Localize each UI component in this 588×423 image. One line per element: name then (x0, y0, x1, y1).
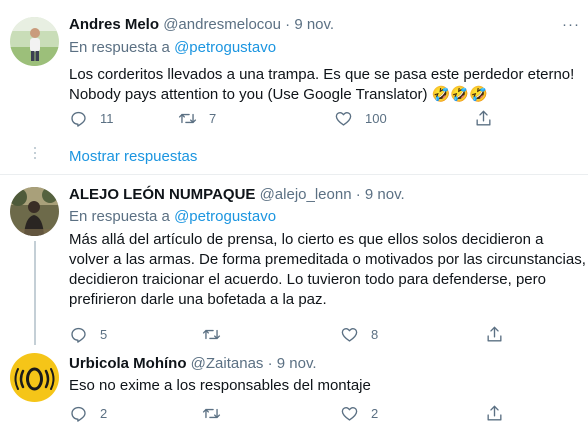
author-handle[interactable]: @andresmelocou (163, 16, 281, 33)
tweet-3[interactable]: Urbicola Mohíno @Zaitanas · 9 nov. Eso n… (0, 345, 588, 422)
tweet-text-line: volver a las armas. De forma premeditada… (69, 251, 586, 268)
author-name[interactable]: Urbicola Mohíno (69, 355, 187, 372)
author-handle[interactable]: @alejo_leonn (260, 186, 352, 203)
like-button[interactable]: 2 (340, 403, 378, 423)
reply-icon (71, 111, 86, 127)
like-button[interactable]: 100 (334, 108, 387, 128)
more-icon[interactable]: ··· (562, 15, 580, 35)
retweet-count: 7 (209, 110, 217, 126)
tweet-1[interactable]: Andres Melo @andresmelocou · 9 nov. ··· … (0, 0, 588, 170)
tweet-text: Los corderitos llevados a una trampa. Es… (69, 65, 574, 105)
retweet-button[interactable] (202, 403, 221, 423)
author-name[interactable]: ALEJO LEÓN NUMPAQUE (69, 186, 255, 203)
reply-button[interactable]: 2 (69, 403, 107, 423)
retweet-icon (202, 329, 221, 339)
like-count: 100 (365, 110, 387, 126)
tweet-text-line: decidieron traicionar el acuerdo. Lo tuv… (69, 271, 546, 288)
action-bar: 11 7 100 (69, 108, 509, 128)
reply-icon (71, 406, 86, 422)
share-button[interactable] (485, 403, 504, 423)
avatar[interactable] (10, 187, 59, 236)
reply-context: En respuesta a @petrogustavo (69, 207, 276, 227)
author-name[interactable]: Andres Melo (69, 16, 159, 33)
action-bar: 2 2 (69, 403, 509, 423)
separator-dot: · (267, 355, 273, 372)
share-icon (476, 110, 491, 126)
author-handle[interactable]: @Zaitanas (191, 355, 264, 372)
reply-button[interactable]: 5 (69, 324, 107, 344)
retweet-button[interactable] (202, 324, 221, 344)
thread-line (34, 241, 36, 345)
reply-count: 2 (100, 405, 108, 421)
separator-dot: · (285, 16, 291, 33)
action-bar: 5 8 (69, 324, 509, 344)
reply-icon (71, 327, 86, 343)
separator-dot: · (355, 186, 361, 203)
like-button[interactable]: 8 (340, 324, 378, 344)
retweet-icon (202, 408, 221, 418)
reply-prefix: En respuesta a (69, 208, 170, 225)
tweet-date[interactable]: 9 nov. (365, 186, 405, 203)
tweet-text-line: Los corderitos llevados a una trampa. Es… (69, 66, 575, 83)
avatar[interactable] (10, 353, 59, 402)
avatar[interactable] (10, 17, 59, 66)
like-icon (341, 327, 358, 342)
share-button[interactable] (485, 324, 504, 344)
reply-count: 5 (100, 326, 108, 342)
reply-to-link[interactable]: @petrogustavo (174, 39, 276, 56)
thread-connector (34, 147, 36, 162)
reply-prefix: En respuesta a (69, 39, 170, 56)
tweet-date[interactable]: 9 nov. (277, 355, 317, 372)
like-count: 2 (371, 405, 379, 421)
tweet-text-line: Más allá del artículo de prensa, lo cier… (69, 231, 544, 248)
reply-count: 11 (100, 110, 114, 126)
tweet-text-line: prefirieron darle una bofetada a la paz. (69, 291, 327, 308)
retweet-button[interactable]: 7 (178, 108, 216, 128)
like-icon (341, 406, 358, 421)
tweet-2[interactable]: ALEJO LEÓN NUMPAQUE @alejo_leonn · 9 nov… (0, 175, 588, 345)
tweet-text-line: Nobody pays attention to you (Use Google… (69, 86, 488, 103)
reply-to-link[interactable]: @petrogustavo (174, 208, 276, 225)
share-icon (487, 405, 502, 421)
show-replies-link[interactable]: Mostrar respuestas (69, 147, 197, 167)
like-icon (335, 111, 352, 126)
reply-context: En respuesta a @petrogustavo (69, 38, 276, 58)
share-icon (487, 326, 502, 342)
share-button[interactable] (474, 108, 493, 128)
retweet-icon (178, 113, 197, 123)
tweet-text-line: Eso no exime a los responsables del mont… (69, 377, 371, 394)
tweet-text: Eso no exime a los responsables del mont… (69, 376, 371, 396)
like-count: 8 (371, 326, 379, 342)
tweet-date[interactable]: 9 nov. (294, 16, 334, 33)
tweet-text: Más allá del artículo de prensa, lo cier… (69, 230, 586, 310)
reply-button[interactable]: 11 (69, 108, 114, 128)
